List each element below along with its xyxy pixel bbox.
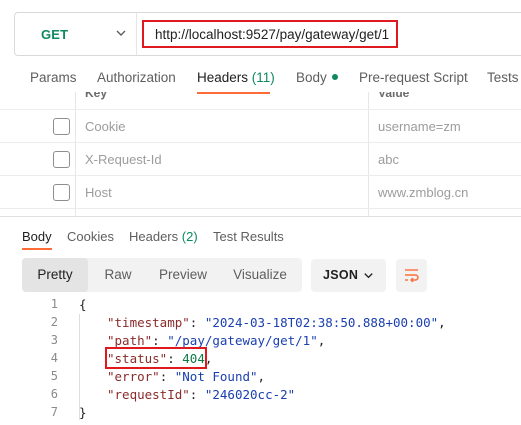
view-mode-preview[interactable]: Preview	[148, 258, 218, 292]
wrap-lines-button[interactable]	[396, 259, 427, 292]
url-input[interactable]: http://localhost:9527/pay/gateway/get/1	[142, 20, 398, 48]
table-row: Host www.zmblog.cn	[0, 175, 521, 208]
tab-label: Headers	[197, 70, 249, 85]
method-select[interactable]: GET	[15, 13, 137, 55]
json-comma: ,	[438, 315, 446, 330]
column-header-value: Value	[378, 92, 410, 100]
tab-count: (2)	[181, 229, 198, 244]
json-key: "requestId"	[107, 387, 190, 402]
json-value: "Not Found"	[174, 369, 258, 384]
active-tab-indicator	[22, 248, 52, 250]
response-body-code[interactable]: 1 2 3 4 5 6 7 { "timestamp": "2024-03-18…	[0, 296, 521, 425]
json-comma: ,	[317, 333, 326, 348]
table-row: Cookie username=zm	[0, 109, 521, 142]
tab-count: (11)	[251, 70, 275, 85]
chevron-down-icon	[116, 30, 126, 36]
header-value[interactable]: username=zm	[378, 119, 461, 134]
tab-headers[interactable]: Headers (11)	[197, 70, 275, 85]
url-text: http://localhost:9527/pay/gateway/get/1	[155, 27, 390, 42]
pane-divider[interactable]	[0, 216, 521, 217]
json-comma: ,	[257, 369, 266, 384]
json-line: "timestamp": "2024-03-18T02:38:50.888+00…	[107, 315, 446, 330]
format-label: JSON	[323, 268, 359, 282]
json-open-brace: {	[79, 297, 87, 312]
json-key: "error"	[107, 369, 160, 384]
tab-label: Params	[30, 70, 77, 85]
tab-tests[interactable]: Tests	[487, 70, 519, 85]
tab-label: Authorization	[97, 70, 176, 85]
row-checkbox[interactable]	[53, 184, 70, 201]
line-number: 1	[50, 297, 58, 311]
row-checkbox[interactable]	[53, 118, 70, 135]
tab-label: Headers	[129, 229, 179, 244]
json-line: "error": "Not Found",	[107, 369, 266, 384]
json-key: "timestamp"	[107, 315, 190, 330]
line-number: 3	[50, 333, 58, 347]
header-key[interactable]: Cookie	[85, 119, 125, 134]
line-number: 2	[50, 315, 58, 329]
view-mode-raw[interactable]: Raw	[88, 258, 148, 292]
tab-label: Body	[296, 70, 327, 85]
request-bar: GET http://localhost:9527/pay/gateway/ge…	[14, 12, 521, 56]
json-value: "/pay/gateway/get/1"	[167, 333, 318, 348]
header-value[interactable]: abc	[378, 152, 399, 167]
json-line: "path": "/pay/gateway/get/1",	[107, 333, 326, 348]
status-highlight-box	[105, 347, 207, 369]
line-number: 7	[50, 405, 58, 419]
view-mode-segmented-control: Pretty Raw Preview Visualize	[22, 258, 302, 292]
line-number: 5	[50, 369, 58, 383]
wrap-lines-icon	[405, 269, 419, 283]
tab-label: Pre-request Script	[359, 70, 468, 85]
response-tab-body[interactable]: Body	[22, 229, 52, 244]
json-close-brace: }	[79, 405, 87, 420]
chevron-down-icon	[364, 273, 373, 279]
json-value: "246020cc-2"	[204, 387, 296, 402]
column-header-key: Key	[85, 92, 108, 100]
modified-dot-icon	[331, 74, 338, 81]
line-number: 6	[50, 387, 58, 401]
table-row: X-Request-Id abc	[0, 142, 521, 175]
headers-table: Key Value Cookie username=zm X-Request-I…	[0, 92, 521, 216]
header-value[interactable]: www.zmblog.cn	[378, 185, 468, 200]
table-row	[0, 208, 521, 216]
json-value: "2024-03-18T02:38:50.888+00:00"	[204, 315, 439, 330]
tab-pre-request-script[interactable]: Pre-request Script	[359, 70, 468, 85]
tab-params[interactable]: Params	[30, 70, 77, 85]
response-tab-headers[interactable]: Headers (2)	[129, 229, 198, 244]
method-label: GET	[41, 27, 69, 42]
tab-authorization[interactable]: Authorization	[97, 70, 176, 85]
tab-label: Tests	[487, 70, 519, 85]
json-key: "path"	[107, 333, 153, 348]
header-key[interactable]: Host	[85, 185, 112, 200]
view-mode-visualize[interactable]: Visualize	[218, 258, 302, 292]
line-number: 4	[50, 351, 58, 365]
row-checkbox[interactable]	[53, 151, 70, 168]
header-key[interactable]: X-Request-Id	[85, 152, 162, 167]
view-mode-pretty[interactable]: Pretty	[22, 258, 88, 292]
format-select[interactable]: JSON	[311, 259, 386, 292]
response-tab-test-results[interactable]: Test Results	[213, 229, 284, 244]
json-line: "requestId": "246020cc-2"	[107, 387, 296, 402]
response-tab-cookies[interactable]: Cookies	[67, 229, 114, 244]
tab-body[interactable]: Body	[296, 70, 338, 85]
request-tabs: Params Authorization Headers (11) Body P…	[0, 66, 521, 94]
